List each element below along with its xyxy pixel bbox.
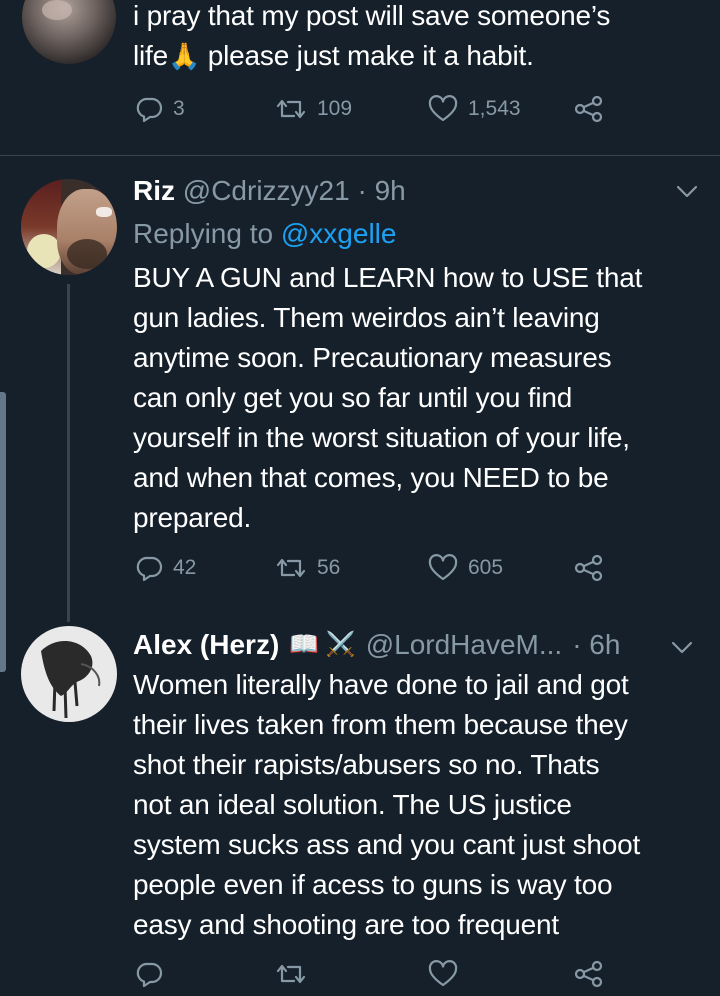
- reply-icon: [136, 556, 163, 582]
- tweet-1-line-1: i pray that my post will save someone’s: [133, 0, 611, 31]
- tweet-3-line-1: Women literally have done to jail and go…: [133, 669, 629, 700]
- reply-button[interactable]: 3: [135, 95, 185, 123]
- book-sword-emojis: 📖 ⚔️: [289, 631, 356, 658]
- tweet-1-line-2: life🙏 please just make it a habit.: [133, 36, 703, 76]
- thread-line: [67, 284, 70, 622]
- tweet-2-text: BUY A GUN and LEARN how to USE that gun …: [133, 258, 713, 538]
- replying-to-mention[interactable]: @xxgelle: [281, 218, 397, 249]
- author-handle[interactable]: @LordHaveM...: [366, 627, 563, 663]
- tweet-3-line-7: easy and shooting are too frequent: [133, 909, 559, 940]
- share-icon: [574, 95, 603, 123]
- retweet-button[interactable]: 56: [275, 554, 340, 582]
- tweet-time: · 9h: [357, 175, 406, 206]
- avatar-tweet-1[interactable]: [22, 0, 116, 64]
- tweet-2-header: Riz @Cdrizzyy21 · 9h: [133, 173, 406, 209]
- replying-to-label: Replying to: [133, 218, 274, 249]
- tweet-1-line-2-rest: please just make it a habit.: [207, 40, 534, 71]
- tweet-3-line-4: not an ideal solution. The US justice: [133, 789, 572, 820]
- avatar-riz[interactable]: [21, 179, 117, 275]
- avatar-alex-art: [41, 640, 101, 719]
- retweet-icon: [276, 558, 306, 578]
- retweet-icon: [276, 964, 306, 984]
- tweet-3-header: Alex (Herz) 📖 ⚔️ @LordHaveM... · 6h: [133, 627, 620, 663]
- tweet-divider: [0, 155, 720, 156]
- share-button[interactable]: [573, 95, 605, 123]
- replying-to: Replying to @xxgelle: [133, 216, 396, 252]
- avatar-alex[interactable]: [21, 626, 117, 722]
- tweet-2-line-5: yourself in the worst situation of your …: [133, 422, 630, 453]
- retweet-button[interactable]: [275, 960, 307, 988]
- scroll-indicator[interactable]: [0, 392, 6, 672]
- like-button[interactable]: 605: [428, 554, 503, 582]
- heart-icon: [428, 554, 458, 581]
- chevron-down-icon[interactable]: [675, 184, 699, 200]
- folded-hands-emoji: 🙏: [168, 41, 201, 71]
- retweet-count: 56: [317, 556, 341, 579]
- tweet-2-line-2: gun ladies. Them weirdos ain’t leaving: [133, 302, 600, 333]
- share-button[interactable]: [573, 960, 605, 988]
- tweet-2-line-6: and when that comes, you NEED to be: [133, 462, 609, 493]
- reply-count: 42: [173, 556, 197, 579]
- tweet-3-line-3: shot their rapists/abusers so no. Thats: [133, 749, 600, 780]
- reply-button[interactable]: 42: [135, 554, 196, 582]
- tweet-1-text: i pray that my post will save someone’s …: [133, 0, 703, 76]
- like-count: 605: [468, 556, 504, 579]
- tweet-time: · 6h: [572, 629, 621, 660]
- retweet-icon: [276, 99, 306, 119]
- tweet-1-life-word: life: [133, 40, 168, 71]
- tweet-2-actions: 42 56 605: [135, 554, 615, 590]
- tweet-3-line-2: their lives taken from them because they: [133, 709, 628, 740]
- tweet-1-actions: 3 109 1,543: [135, 95, 615, 131]
- tweet-2-line-4: can only get you so far until you find: [133, 382, 573, 413]
- tweet-3-line-6: people even if acess to guns is way too: [133, 869, 613, 900]
- like-button[interactable]: [428, 960, 458, 988]
- reply-icon: [136, 962, 163, 988]
- reply-icon: [136, 97, 163, 123]
- tweet-2-line-7: prepared.: [133, 502, 252, 533]
- author-name[interactable]: Riz: [133, 175, 175, 206]
- tweet-2-line-3: anytime soon. Precautionary measures: [133, 342, 612, 373]
- like-button[interactable]: 1,543: [428, 95, 521, 123]
- tweet-2-line-1: BUY A GUN and LEARN how to USE that: [133, 262, 643, 293]
- reply-count: 3: [173, 97, 185, 120]
- tweet-3-line-5: system sucks ass and you cant just shoot: [133, 829, 641, 860]
- tweet-3-actions: [135, 960, 615, 996]
- share-icon: [574, 960, 603, 988]
- heart-icon: [428, 95, 458, 122]
- author-name[interactable]: Alex (Herz): [133, 627, 279, 663]
- reply-button[interactable]: [135, 960, 163, 988]
- share-icon: [574, 554, 603, 582]
- author-handle[interactable]: @Cdrizzyy21: [183, 175, 350, 206]
- retweet-button[interactable]: 109: [275, 95, 352, 123]
- retweet-count: 109: [317, 97, 353, 120]
- heart-icon: [428, 960, 458, 987]
- like-count: 1,543: [468, 97, 521, 120]
- chevron-down-icon[interactable]: [670, 640, 694, 656]
- tweet-3-text: Women literally have done to jail and go…: [133, 665, 713, 945]
- share-button[interactable]: [573, 554, 605, 582]
